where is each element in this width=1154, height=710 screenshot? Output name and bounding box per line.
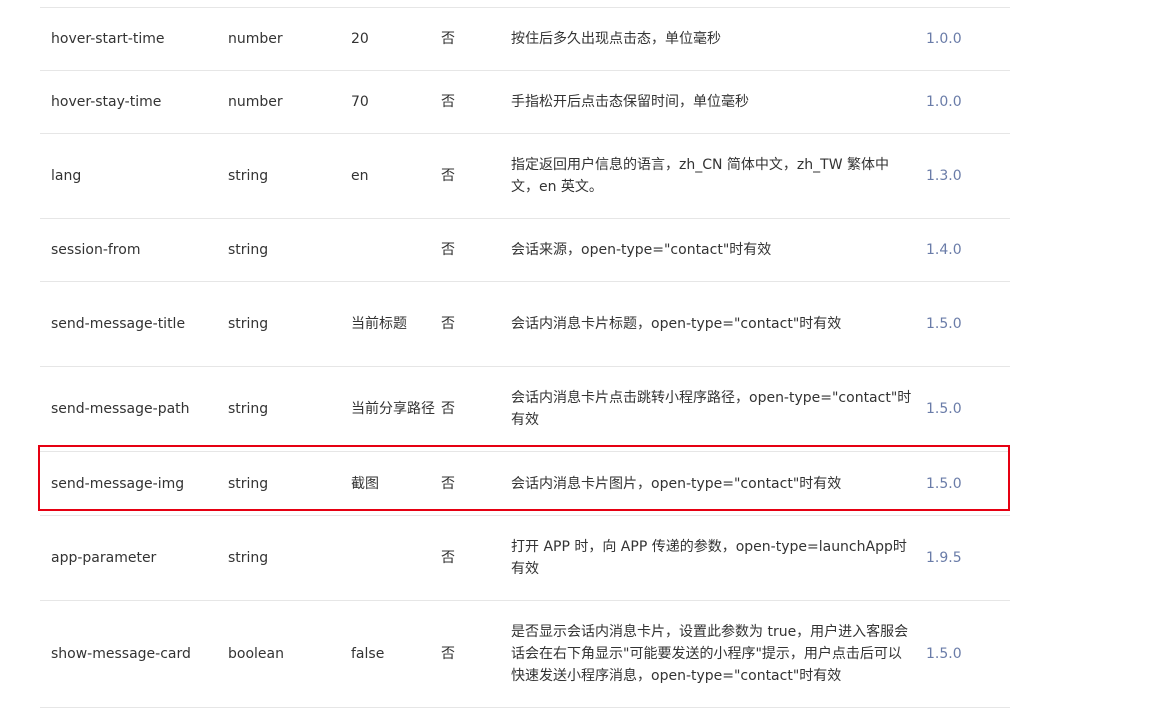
attr-default: 截图 xyxy=(351,475,379,492)
attr-required: 否 xyxy=(441,550,455,566)
attr-version: 1.9.5 xyxy=(926,550,962,566)
attr-required: 否 xyxy=(441,475,455,492)
attr-name: send-message-path xyxy=(51,401,190,417)
attr-default: false xyxy=(351,646,385,662)
attr-required: 否 xyxy=(441,316,455,332)
attr-version: 1.4.0 xyxy=(926,242,962,258)
attr-required: 否 xyxy=(441,94,455,110)
table-row: hover-start-time number 20 否 按住后多久出现点击态，… xyxy=(40,8,1010,71)
attr-type: string xyxy=(228,242,269,258)
table-row: send-message-img string 截图 否 会话内消息卡片图片，o… xyxy=(40,452,1010,516)
table-row: send-message-title string 当前标题 否 会话内消息卡片… xyxy=(40,282,1010,367)
attr-type: number xyxy=(228,31,283,47)
attr-type: number xyxy=(228,94,283,110)
attribute-table: hover-start-time number 20 否 按住后多久出现点击态，… xyxy=(40,7,1010,708)
attr-required: 否 xyxy=(441,168,455,184)
attr-description: 手指松开后点击态保留时间，单位毫秒 xyxy=(511,94,749,110)
attr-name: lang xyxy=(51,168,82,184)
attr-version: 1.5.0 xyxy=(926,316,962,332)
attr-description: 会话内消息卡片图片，open-type="contact"时有效 xyxy=(511,475,842,492)
attr-required: 否 xyxy=(441,31,455,47)
attr-default: 20 xyxy=(351,31,369,47)
attr-description: 会话来源，open-type="contact"时有效 xyxy=(511,242,772,258)
attr-description: 按住后多久出现点击态，单位毫秒 xyxy=(511,31,721,47)
attr-version: 1.5.0 xyxy=(926,401,962,417)
table-row: show-message-card boolean false 否 是否显示会话… xyxy=(40,601,1010,708)
attr-version: 1.0.0 xyxy=(926,94,962,110)
attr-default: en xyxy=(351,168,369,184)
attr-version: 1.3.0 xyxy=(926,168,962,184)
attr-description: 打开 APP 时，向 APP 传递的参数，open-type=launchApp… xyxy=(511,539,907,577)
attr-version: 1.5.0 xyxy=(926,646,962,662)
attr-type: string xyxy=(228,316,269,332)
attr-type: string xyxy=(228,168,269,184)
attr-default: 当前标题 xyxy=(351,316,407,332)
attr-required: 否 xyxy=(441,646,455,662)
attr-type: string xyxy=(228,550,269,566)
table-row: session-from string 否 会话来源，open-type="co… xyxy=(40,219,1010,282)
table-row: app-parameter string 否 打开 APP 时，向 APP 传递… xyxy=(40,516,1010,601)
attr-description: 会话内消息卡片点击跳转小程序路径，open-type="contact"时有效 xyxy=(511,390,912,428)
attr-version: 1.5.0 xyxy=(926,475,962,492)
attr-name: hover-start-time xyxy=(51,31,165,47)
attr-type: string xyxy=(228,475,269,492)
attr-version: 1.0.0 xyxy=(926,31,962,47)
attr-name: app-parameter xyxy=(51,550,157,566)
attr-description: 会话内消息卡片标题，open-type="contact"时有效 xyxy=(511,316,842,332)
attr-required: 否 xyxy=(441,242,455,258)
attr-type: boolean xyxy=(228,646,284,662)
attr-description: 是否显示会话内消息卡片，设置此参数为 true，用户进入客服会话会在右下角显示"… xyxy=(511,624,909,684)
attr-name: send-message-img xyxy=(51,475,185,492)
attr-name: hover-stay-time xyxy=(51,94,162,110)
table-row: hover-stay-time number 70 否 手指松开后点击态保留时间… xyxy=(40,71,1010,134)
attr-name: send-message-title xyxy=(51,316,186,332)
table-row: lang string en 否 指定返回用户信息的语言，zh_CN 简体中文，… xyxy=(40,134,1010,219)
attr-description: 指定返回用户信息的语言，zh_CN 简体中文，zh_TW 繁体中文，en 英文。 xyxy=(511,157,889,195)
attr-required: 否 xyxy=(441,401,455,417)
attr-default: 70 xyxy=(351,94,369,110)
attr-name: session-from xyxy=(51,242,141,258)
attr-name: show-message-card xyxy=(51,646,191,662)
table-row: send-message-path string 当前分享路径 否 会话内消息卡… xyxy=(40,367,1010,452)
attr-type: string xyxy=(228,401,269,417)
attr-default: 当前分享路径 xyxy=(351,401,435,417)
